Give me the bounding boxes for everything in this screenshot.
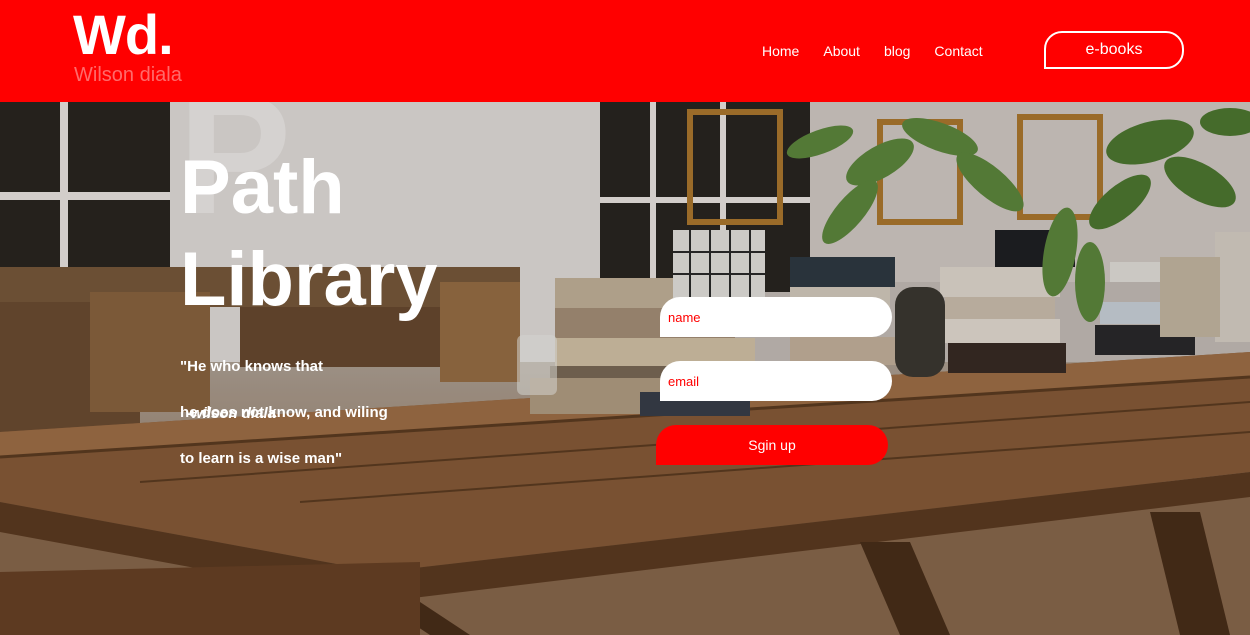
name-input[interactable] bbox=[660, 297, 892, 337]
quote-author: -wilson diala bbox=[186, 405, 277, 422]
nav-link-contact[interactable]: Contact bbox=[934, 43, 982, 59]
quote-line1: "He who knows that bbox=[180, 358, 323, 375]
nav-link-about[interactable]: About bbox=[823, 43, 860, 59]
hero-title-line2: Library bbox=[180, 237, 438, 322]
main-nav: Home About blog Contact bbox=[762, 43, 1007, 59]
site-header: Wd. Wilson diala Home About blog Contact… bbox=[0, 0, 1250, 102]
landing-page: Wd. Wilson diala Home About blog Contact… bbox=[0, 0, 1250, 635]
signup-button[interactable]: Sgin up bbox=[656, 425, 888, 465]
nav-link-home[interactable]: Home bbox=[762, 43, 799, 59]
hero-title: Path Library bbox=[180, 142, 438, 326]
nav-link-blog[interactable]: blog bbox=[884, 43, 910, 59]
logo-mark[interactable]: Wd. bbox=[73, 5, 174, 65]
email-input[interactable] bbox=[660, 361, 892, 401]
hero-title-line1: Path bbox=[180, 145, 345, 230]
ebooks-button[interactable]: e-books bbox=[1044, 31, 1184, 69]
quote-line3: to learn is a wise man" bbox=[180, 450, 343, 467]
logo-subtitle: Wilson diala bbox=[74, 64, 182, 86]
